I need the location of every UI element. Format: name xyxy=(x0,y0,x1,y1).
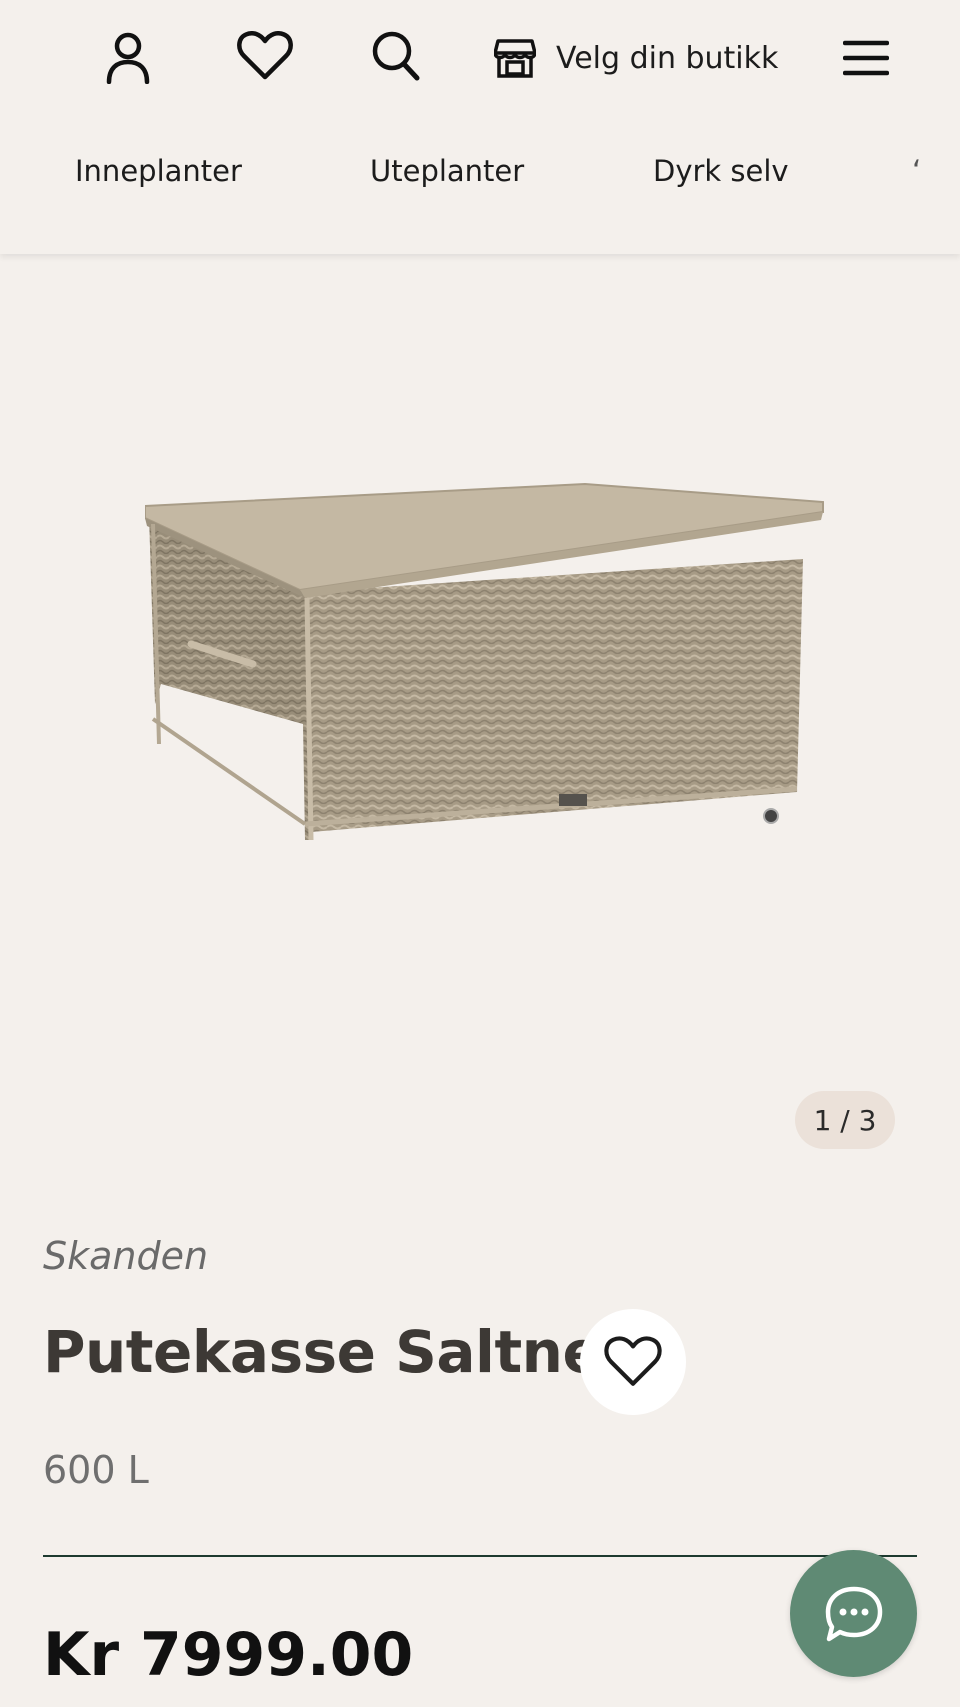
heart-icon xyxy=(237,31,293,80)
product-title: Putekasse Saltnes xyxy=(43,1318,636,1386)
product-brand[interactable]: Skanden xyxy=(43,1234,208,1278)
product-image xyxy=(145,482,824,841)
divider xyxy=(43,1555,917,1557)
favorites-button[interactable] xyxy=(233,28,297,84)
nav-item-dyrk-selv[interactable]: Dyrk selv xyxy=(653,154,789,188)
account-button[interactable] xyxy=(100,30,156,86)
product-gallery[interactable]: 1 / 3 xyxy=(0,254,960,1174)
nav-item-uteplanter[interactable]: Uteplanter xyxy=(370,154,524,188)
search-button[interactable] xyxy=(368,28,424,84)
chat-button[interactable] xyxy=(790,1550,917,1677)
heart-icon xyxy=(604,1336,662,1386)
hamburger-menu-icon xyxy=(843,40,889,76)
product-price: Kr 7999.00 xyxy=(43,1620,414,1690)
add-to-favorites-button[interactable] xyxy=(580,1309,686,1415)
site-header: Velg din butikk Inneplanter Uteplanter D… xyxy=(0,0,960,254)
chat-bubble-icon xyxy=(825,1586,882,1641)
nav-item-overflow[interactable]: ‘ xyxy=(912,154,921,188)
product-variant: 600 L xyxy=(43,1448,149,1492)
search-icon xyxy=(372,31,420,81)
store-icon xyxy=(494,39,536,78)
store-selector-label: Velg din butikk xyxy=(556,40,779,76)
nav-item-inneplanter[interactable]: Inneplanter xyxy=(75,154,242,188)
store-selector-button[interactable]: Velg din butikk xyxy=(494,30,778,86)
menu-button[interactable] xyxy=(838,30,894,86)
user-icon xyxy=(106,32,150,84)
image-counter: 1 / 3 xyxy=(795,1091,895,1149)
category-nav: Inneplanter Uteplanter Dyrk selv ‘ xyxy=(0,140,960,210)
